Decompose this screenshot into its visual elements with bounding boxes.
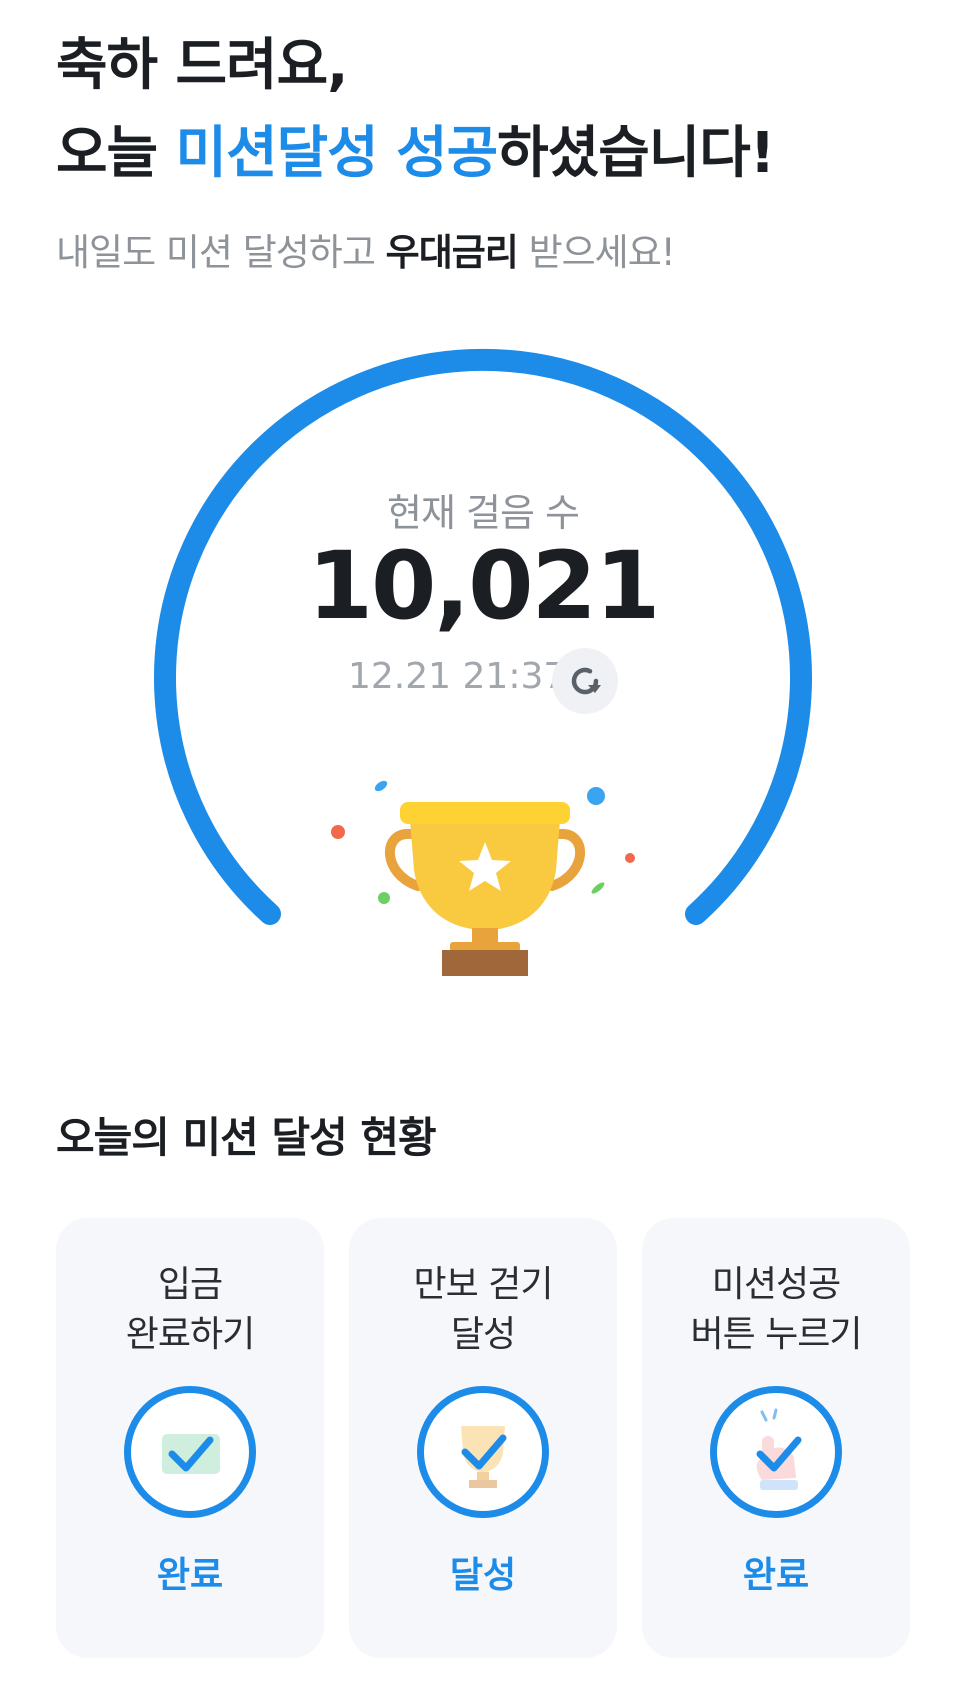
trophy-icon [331, 780, 635, 976]
mission-title-line1: 만보 걷기 [413, 1264, 554, 1305]
mission-title: 미션성공 버튼 누르기 [642, 1260, 910, 1360]
mission-status: 달성 [449, 1555, 517, 1596]
missions-title: 오늘의 미션 달성 현황 [56, 1113, 437, 1162]
deposit-check-icon [124, 1386, 256, 1518]
mission-status: 완료 [742, 1555, 810, 1596]
mission-card-walk[interactable]: 만보 걷기 달성 달성 [349, 1218, 617, 1658]
mission-title: 만보 걷기 달성 [349, 1260, 617, 1360]
trophy-check-icon [417, 1386, 549, 1518]
tap-check-icon [710, 1386, 842, 1518]
steps-label: 현재 걸음 수 [387, 491, 580, 535]
refresh-button[interactable] [552, 648, 618, 714]
mission-title-line2: 버튼 누르기 [690, 1314, 862, 1355]
mission-title-line1: 미션성공 [711, 1264, 841, 1305]
mission-title-line1: 입금 [157, 1264, 223, 1305]
mission-title: 입금 완료하기 [56, 1260, 324, 1360]
mission-status: 완료 [156, 1555, 224, 1596]
mission-title-line2: 완료하기 [125, 1314, 255, 1355]
mission-card-button[interactable]: 미션성공 버튼 누르기 완료 [642, 1218, 910, 1658]
refresh-icon [571, 667, 601, 695]
mission-card-deposit[interactable]: 입금 완료하기 완료 [56, 1218, 324, 1658]
updated-time: 12.21 21:37 [348, 656, 567, 697]
steps-value: 10,021 [307, 532, 661, 641]
mission-title-line2: 달성 [450, 1314, 516, 1355]
